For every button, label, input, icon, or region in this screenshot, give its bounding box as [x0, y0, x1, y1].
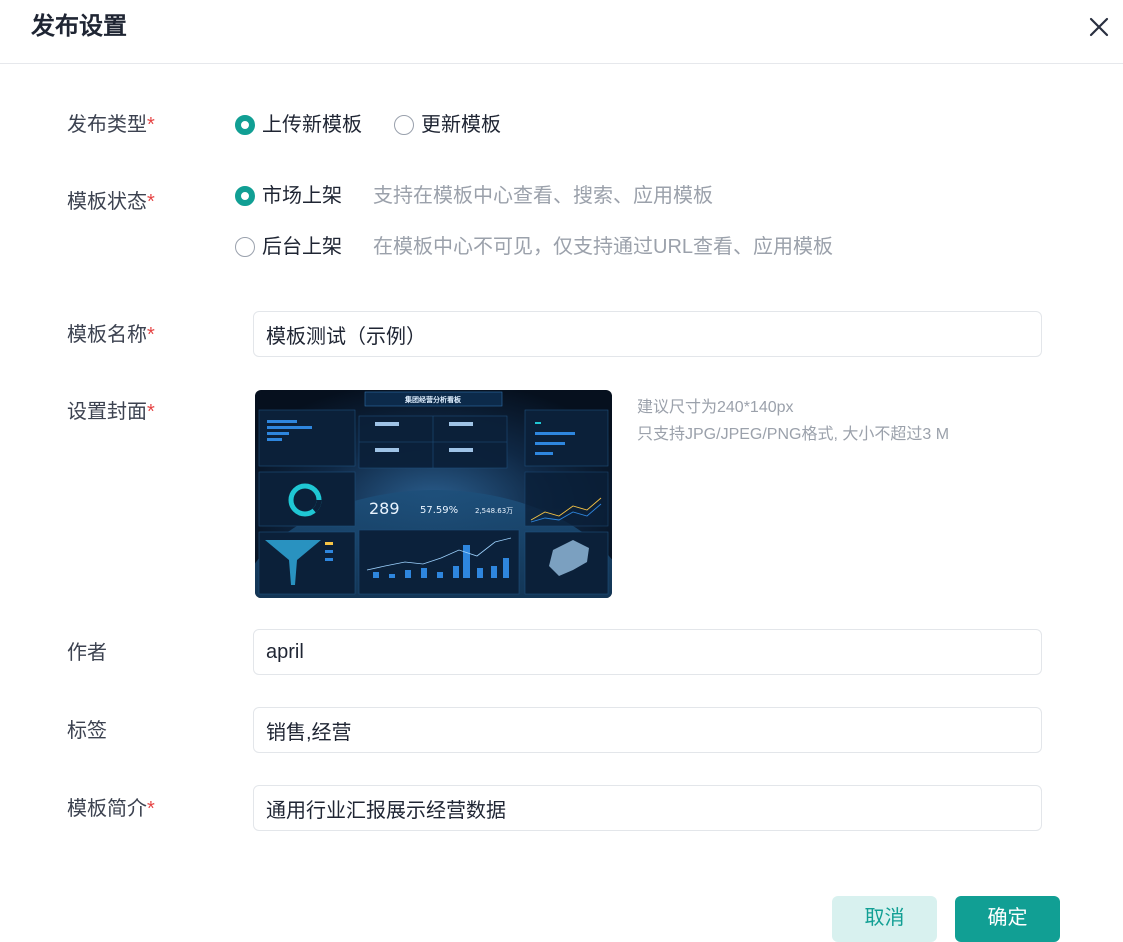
radio-update-template[interactable]: 更新模板: [394, 112, 501, 138]
author-label: 作者: [67, 642, 107, 664]
radio-selected-icon: [235, 115, 255, 135]
tags-label: 标签: [67, 720, 107, 742]
cover-kpi-1: 289: [369, 499, 400, 518]
cover-image[interactable]: 集团经营分析看板 289 57.59% 2,548.63万: [255, 390, 612, 598]
cover-dashboard-thumbnail: 集团经营分析看板 289 57.59% 2,548.63万: [255, 390, 612, 598]
radio-label: 更新模板: [421, 114, 501, 136]
cancel-button[interactable]: 取消: [832, 896, 937, 942]
backend-listing-hint: 在模板中心不可见，仅支持通过URL查看、应用模板: [373, 236, 834, 258]
cover-title: 集团经营分析看板: [404, 395, 462, 404]
radio-unselected-icon: [394, 115, 414, 135]
cover-kpi-3: 2,548.63万: [475, 507, 513, 515]
radio-market-listing[interactable]: 市场上架: [235, 183, 342, 209]
radio-label: 市场上架: [262, 185, 342, 207]
confirm-button[interactable]: 确定: [955, 896, 1060, 942]
template-name-input[interactable]: [253, 311, 1042, 357]
summary-input[interactable]: [253, 785, 1042, 831]
status-label: 模板状态*: [67, 191, 155, 213]
summary-label: 模板简介*: [67, 798, 155, 820]
close-icon[interactable]: [1084, 12, 1114, 42]
cover-label: 设置封面*: [67, 401, 155, 423]
cover-format-hint: 只支持JPG/JPEG/PNG格式, 大小不超过3 M: [637, 426, 950, 443]
radio-label: 后台上架: [262, 236, 342, 258]
tags-input[interactable]: [253, 707, 1042, 753]
dialog-title: 发布设置: [31, 13, 127, 40]
market-listing-hint: 支持在模板中心查看、搜索、应用模板: [373, 185, 713, 207]
name-label: 模板名称*: [67, 324, 155, 346]
cover-kpi-2: 57.59%: [420, 505, 458, 516]
radio-selected-icon: [235, 186, 255, 206]
radio-backend-listing[interactable]: 后台上架: [235, 234, 342, 260]
dialog-header: 发布设置: [0, 0, 1123, 64]
author-input[interactable]: [253, 629, 1042, 675]
radio-upload-new-template[interactable]: 上传新模板: [235, 112, 362, 138]
publish-type-label: 发布类型*: [67, 114, 155, 136]
cover-size-hint: 建议尺寸为240*140px: [637, 399, 794, 416]
radio-unselected-icon: [235, 237, 255, 257]
radio-label: 上传新模板: [262, 114, 362, 136]
